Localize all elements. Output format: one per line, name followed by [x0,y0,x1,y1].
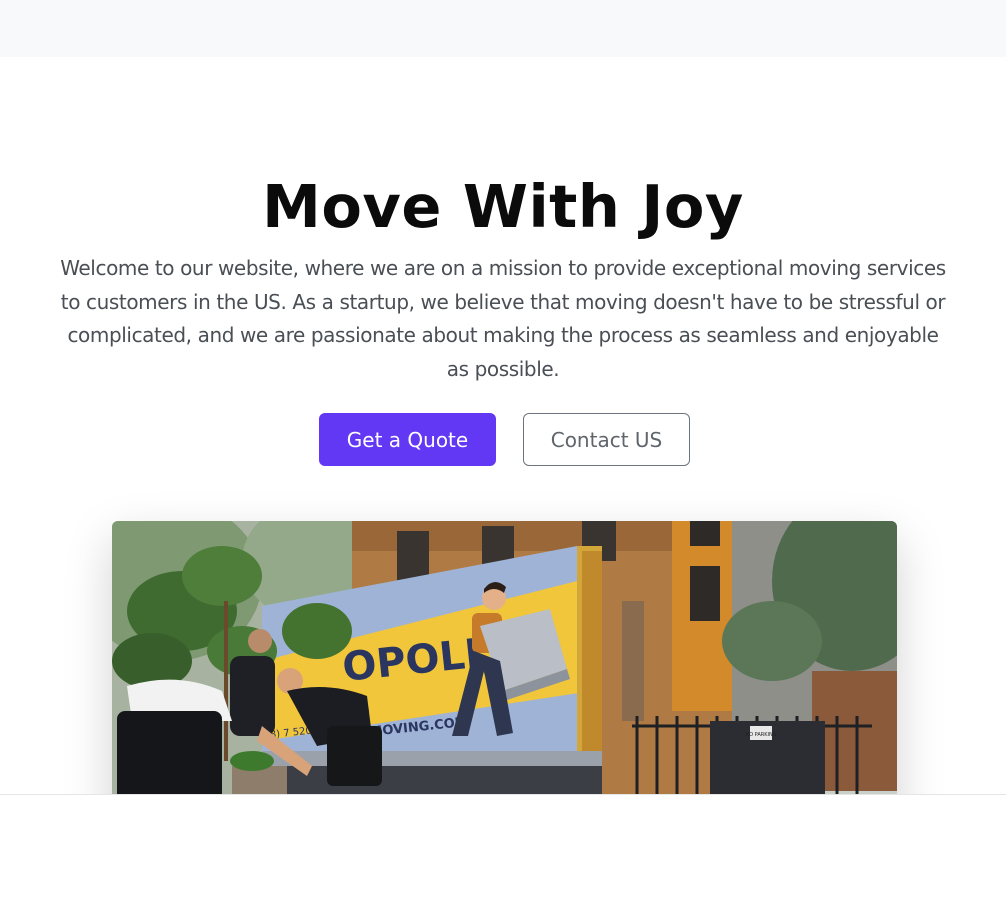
contact-us-button[interactable]: Contact US [523,413,690,466]
moving-truck-photo: NO PARKING OPOLIS G MOVING.COM (18) 7 52… [112,521,897,794]
get-quote-button[interactable]: Get a Quote [319,413,496,466]
top-navbar [0,0,1006,57]
hero-section: Move With Joy Welcome to our website, wh… [0,57,1006,794]
hero-lead-text: Welcome to our website, where we are on … [60,256,946,381]
hero-title: Move With Joy [262,172,744,241]
page-footer-area [0,794,1006,904]
gate-sign: NO PARKING [745,732,776,738]
hero-image: NO PARKING OPOLIS G MOVING.COM (18) 7 52… [112,521,897,794]
